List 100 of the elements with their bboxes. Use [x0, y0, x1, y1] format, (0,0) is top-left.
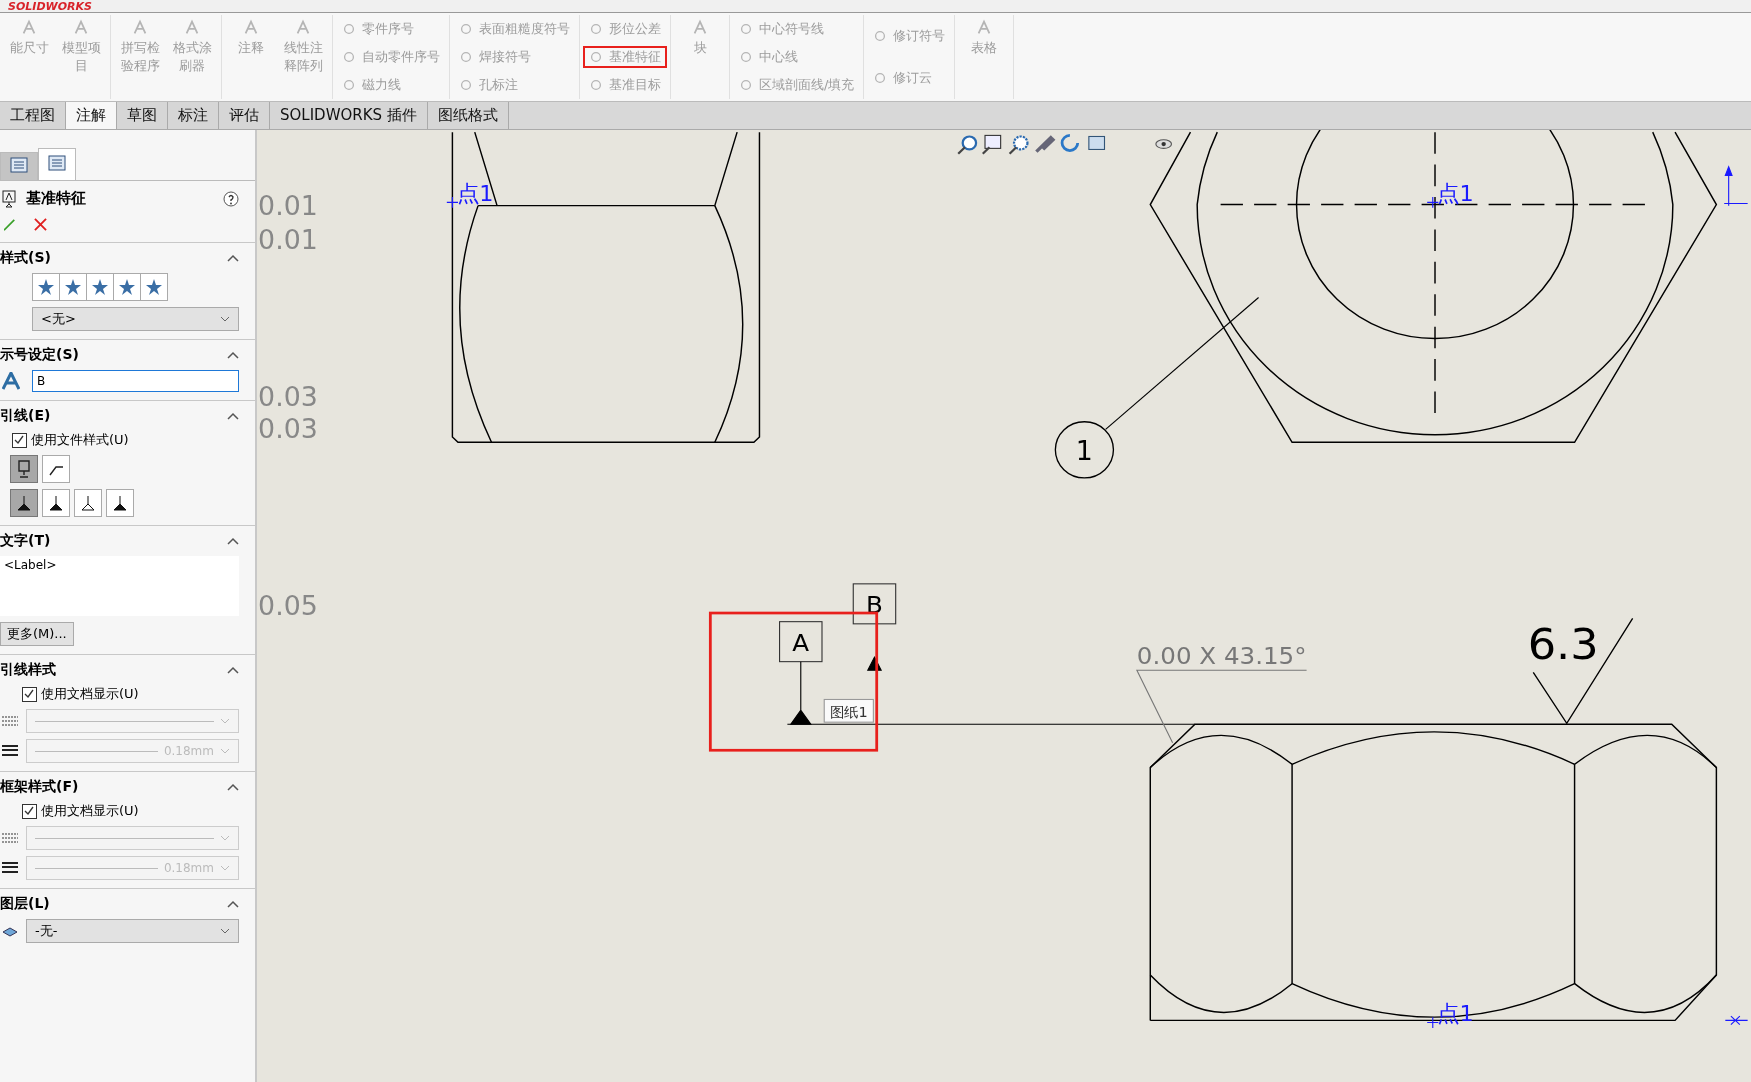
leader-attach-button[interactable] — [42, 455, 70, 483]
letter-icon — [2, 372, 20, 390]
ribbon-button[interactable]: 能尺寸 — [3, 15, 55, 99]
ribbon-tab[interactable]: 注解 — [66, 102, 117, 129]
zoom-icon[interactable] — [957, 135, 978, 155]
style-button[interactable] — [32, 273, 60, 301]
circle-icon — [459, 50, 473, 64]
collapse-icon[interactable] — [227, 254, 239, 262]
ribbon-button[interactable]: 中心符号线 — [733, 18, 861, 40]
section-title: 图层(L) — [0, 895, 50, 913]
collapse-icon[interactable] — [227, 900, 239, 908]
circle-icon — [459, 78, 473, 92]
zoom-area-icon[interactable] — [1008, 135, 1029, 155]
checkbox-label: 使用文件样式(U) — [31, 431, 129, 449]
section-title: 框架样式(F) — [0, 778, 79, 796]
label-input[interactable]: B — [32, 370, 239, 392]
ribbon-button[interactable]: 模型项目 — [55, 15, 107, 99]
list-icon — [48, 155, 66, 171]
list-icon — [10, 157, 28, 173]
ribbon-button[interactable]: 磁力线 — [336, 74, 446, 96]
line-weight-dropdown[interactable]: 0.18mm — [26, 856, 239, 880]
ok-icon[interactable] — [4, 218, 16, 232]
collapse-icon[interactable] — [227, 412, 239, 420]
annotation-icon — [20, 19, 38, 37]
chevron-icon — [220, 718, 230, 724]
ribbon-button[interactable]: 块 — [674, 15, 726, 99]
circle-icon — [739, 78, 753, 92]
ribbon-button[interactable]: 注释 — [225, 15, 277, 99]
sheet-tooltip: 图纸1 — [823, 698, 874, 723]
margin-number: 0.01 — [258, 191, 318, 222]
ribbon-button[interactable]: 孔标注 — [453, 74, 576, 96]
panel-tab[interactable] — [0, 152, 38, 180]
ribbon-button[interactable]: 中心线 — [733, 46, 861, 68]
roughness-value: 6.3 — [1527, 619, 1599, 670]
ribbon-button[interactable]: 形位公差 — [583, 18, 667, 40]
checkbox[interactable] — [22, 803, 37, 819]
ribbon-button[interactable]: 修订云 — [867, 67, 952, 89]
app-logo: SOLIDWORKS — [7, 1, 92, 12]
section-title: 示号设定(S) — [0, 346, 79, 364]
point-label: 点1 — [1426, 181, 1474, 209]
line-style-icon — [2, 715, 18, 727]
leader-style-button[interactable] — [10, 489, 38, 517]
circle-icon — [589, 22, 603, 36]
circle-icon — [459, 22, 473, 36]
circle-icon — [342, 50, 356, 64]
ribbon-button[interactable]: 自动零件序号 — [336, 46, 446, 68]
circle-icon — [342, 78, 356, 92]
style-button[interactable] — [86, 273, 114, 301]
style-button[interactable] — [140, 273, 168, 301]
margin-number: 0.01 — [258, 225, 318, 255]
ribbon-button[interactable]: 表面粗糙度符号 — [453, 18, 576, 40]
ribbon-button[interactable]: 基准目标 — [583, 74, 667, 96]
collapse-icon[interactable] — [227, 537, 239, 545]
chevron-icon — [220, 865, 230, 871]
ribbon-button[interactable]: 区域剖面线/填充 — [733, 74, 861, 96]
line-weight-dropdown[interactable]: 0.18mm — [26, 739, 239, 763]
style-button[interactable] — [59, 273, 87, 301]
ribbon-button[interactable]: 格式涂刷器 — [166, 15, 218, 99]
layer-dropdown[interactable]: -无- — [26, 919, 239, 943]
more-button[interactable]: 更多(M)... — [0, 622, 74, 646]
ribbon-button[interactable]: 零件序号 — [336, 18, 446, 40]
datum-icon — [2, 189, 16, 208]
ribbon-button[interactable]: 焊接符号 — [453, 46, 576, 68]
zoom-fit-icon[interactable] — [982, 134, 1002, 155]
margin-number: 0.03 — [258, 381, 318, 412]
star-icon — [64, 278, 82, 296]
line-weight-icon — [2, 862, 18, 874]
collapse-icon[interactable] — [227, 666, 239, 674]
annotation-icon — [131, 19, 149, 37]
circle-icon — [739, 50, 753, 64]
text-area[interactable]: <Label> — [0, 556, 239, 616]
ribbon-button[interactable]: 拼写检验程序 — [114, 15, 166, 99]
ribbon-button[interactable]: 线性注释阵列 — [277, 15, 329, 99]
style-button[interactable] — [113, 273, 141, 301]
section-view-icon[interactable] — [1088, 135, 1106, 150]
circle-icon — [589, 78, 603, 92]
collapse-icon[interactable] — [227, 351, 239, 359]
chevron-icon — [220, 835, 230, 841]
help-icon[interactable] — [223, 190, 239, 207]
ribbon-button[interactable]: 表格 — [958, 15, 1011, 99]
star-icon — [145, 278, 163, 296]
leader-style-button[interactable] — [106, 489, 134, 517]
panel-tab[interactable] — [38, 148, 76, 180]
ribbon-button[interactable]: 修订符号 — [867, 25, 952, 47]
panel-title: 基准特征 — [26, 189, 87, 208]
chamfer-note: 0.00 X 43.15° — [1136, 642, 1307, 670]
axis-marker-icon — [1724, 1015, 1749, 1026]
eye-icon[interactable] — [1155, 139, 1173, 149]
ribbon-button[interactable]: 基准特征 — [583, 46, 667, 68]
chevron-icon — [220, 316, 230, 322]
close-icon[interactable] — [34, 218, 47, 231]
style-dropdown[interactable]: <无> — [32, 307, 239, 331]
leader-attach-button[interactable] — [10, 455, 38, 483]
refresh-icon[interactable] — [1060, 134, 1080, 152]
collapse-icon[interactable] — [227, 783, 239, 791]
leader-style-button[interactable] — [42, 489, 70, 517]
checkbox[interactable] — [22, 686, 37, 702]
line-weight-icon — [2, 745, 18, 757]
checkbox[interactable] — [12, 432, 27, 448]
star-icon — [37, 278, 55, 296]
